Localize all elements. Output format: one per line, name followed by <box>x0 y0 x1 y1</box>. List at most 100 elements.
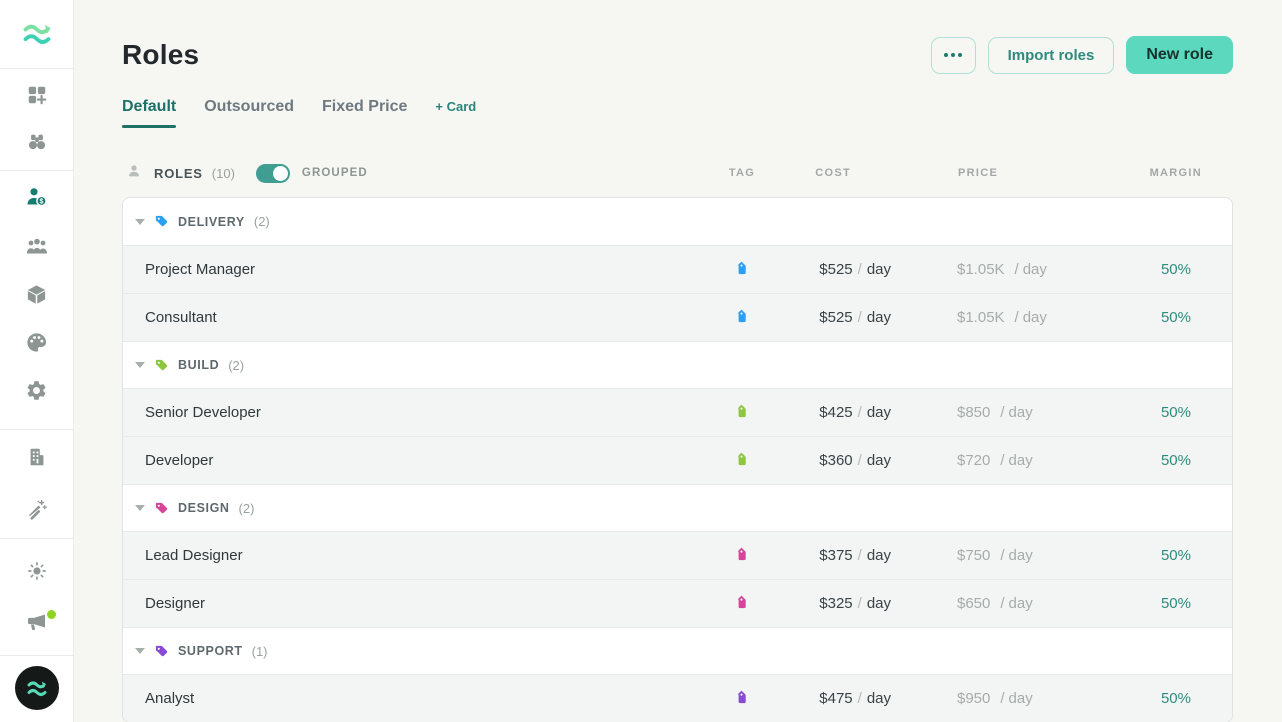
notification-dot <box>45 608 58 621</box>
chevron-down-icon[interactable] <box>135 219 145 225</box>
roles-count: (10) <box>212 166 235 181</box>
avatar-logo-icon <box>15 666 59 710</box>
gear-settings-icon <box>25 379 48 407</box>
role-margin: 50% <box>1141 404 1232 421</box>
cube-projects-icon <box>25 283 48 311</box>
sidebar-item-design[interactable] <box>0 331 73 359</box>
tab-fixed-price[interactable]: Fixed Price <box>322 98 407 128</box>
user-avatar[interactable] <box>0 666 73 710</box>
role-margin: 50% <box>1141 690 1232 707</box>
role-tag <box>711 310 771 325</box>
chevron-down-icon[interactable] <box>135 505 145 511</box>
sidebar-item-automation[interactable] <box>0 498 73 525</box>
role-cost: $375/day <box>771 547 891 564</box>
sidebar-item-announcements[interactable] <box>0 610 73 639</box>
group-count: (2) <box>254 214 270 229</box>
role-cost: $525/day <box>771 309 891 326</box>
role-name: Consultant <box>123 309 711 326</box>
role-cost: $475/day <box>771 690 891 707</box>
column-header-margin: MARGIN <box>1142 167 1233 179</box>
sidebar-divider <box>0 655 73 656</box>
sidebar: $ <box>0 0 74 722</box>
group-count: (2) <box>228 358 244 373</box>
tag-icon <box>154 358 169 373</box>
megaphone-announcements-icon <box>24 610 50 639</box>
role-price: $750/day <box>891 547 1141 564</box>
sidebar-item-theme[interactable] <box>0 560 73 587</box>
role-margin: 50% <box>1141 261 1232 278</box>
palette-icon <box>25 331 48 359</box>
grouped-label: GROUPED <box>302 167 368 179</box>
tag-icon <box>730 593 751 614</box>
tag-icon <box>154 214 169 229</box>
group-count: (2) <box>239 501 255 516</box>
tag-icon <box>730 259 751 280</box>
column-header-tag: TAG <box>712 167 772 179</box>
group-header-row[interactable]: DELIVERY (2) <box>123 198 1232 245</box>
role-tag <box>711 691 771 706</box>
app-logo[interactable] <box>0 20 73 53</box>
more-options-button[interactable] <box>931 37 976 74</box>
grouped-toggle[interactable] <box>256 164 290 183</box>
people-team-icon <box>25 235 49 264</box>
role-cost: $325/day <box>771 595 891 612</box>
role-name: Analyst <box>123 690 711 707</box>
role-name: Designer <box>123 595 711 612</box>
person-dollar-roles-icon: $ <box>24 185 49 214</box>
role-tag <box>711 453 771 468</box>
chevron-down-icon[interactable] <box>135 362 145 368</box>
role-row[interactable]: Consultant $525/day $1.05K/day 50% <box>123 293 1232 341</box>
group-count: (1) <box>252 644 268 659</box>
building-company-icon <box>26 446 48 473</box>
main-content: Roles Import roles New role Default Outs… <box>74 0 1282 722</box>
tab-default[interactable]: Default <box>122 98 176 128</box>
header-actions: Import roles New role <box>931 36 1233 74</box>
role-tag <box>711 548 771 563</box>
binoculars-search-icon <box>26 131 48 158</box>
sidebar-item-explore[interactable] <box>0 131 73 158</box>
sun-theme-icon <box>26 560 48 587</box>
sidebar-item-team[interactable] <box>0 235 73 264</box>
chevron-down-icon[interactable] <box>135 648 145 654</box>
logo-waves-icon <box>21 20 53 53</box>
group-name: BUILD <box>178 358 219 372</box>
tag-icon <box>730 450 751 471</box>
role-cost: $360/day <box>771 452 891 469</box>
role-margin: 50% <box>1141 595 1232 612</box>
add-card-button[interactable]: + Card <box>435 99 476 128</box>
sidebar-divider <box>0 429 73 430</box>
role-row[interactable]: Senior Developer $425/day $850/day 50% <box>123 388 1232 436</box>
tab-outsourced[interactable]: Outsourced <box>204 98 294 128</box>
role-row[interactable]: Project Manager $525/day $1.05K/day 50% <box>123 245 1232 293</box>
role-name: Lead Designer <box>123 547 711 564</box>
new-role-button[interactable]: New role <box>1126 36 1233 74</box>
dashboard-grid-add-icon <box>26 84 48 111</box>
sidebar-item-roles-active[interactable]: $ <box>0 185 73 214</box>
sidebar-item-projects[interactable] <box>0 283 73 311</box>
role-name: Senior Developer <box>123 404 711 421</box>
import-roles-button[interactable]: Import roles <box>988 37 1115 74</box>
role-margin: 50% <box>1141 309 1232 326</box>
group-header-row[interactable]: SUPPORT (1) <box>123 627 1232 674</box>
group-name: DELIVERY <box>178 215 245 229</box>
sidebar-divider <box>0 170 73 171</box>
role-tag <box>711 596 771 611</box>
role-row[interactable]: Developer $360/day $720/day 50% <box>123 436 1232 484</box>
role-row[interactable]: Designer $325/day $650/day 50% <box>123 579 1232 627</box>
group-header-row[interactable]: BUILD (2) <box>123 341 1232 388</box>
page-title: Roles <box>122 39 199 71</box>
tag-icon <box>730 307 751 328</box>
role-cost: $525/day <box>771 261 891 278</box>
sidebar-item-settings[interactable] <box>0 379 73 407</box>
group-name: SUPPORT <box>178 644 243 658</box>
group-header-row[interactable]: DESIGN (2) <box>123 484 1232 531</box>
sidebar-item-company[interactable] <box>0 446 73 473</box>
tag-icon <box>730 688 751 709</box>
role-row[interactable]: Lead Designer $375/day $750/day 50% <box>123 531 1232 579</box>
role-price: $850/day <box>891 404 1141 421</box>
svg-text:$: $ <box>40 198 44 205</box>
tab-bar: Default Outsourced Fixed Price + Card <box>122 98 1233 128</box>
role-row[interactable]: Analyst $475/day $950/day 50% <box>123 674 1232 722</box>
ellipsis-icon <box>944 53 948 57</box>
sidebar-item-dashboard[interactable] <box>0 84 73 111</box>
